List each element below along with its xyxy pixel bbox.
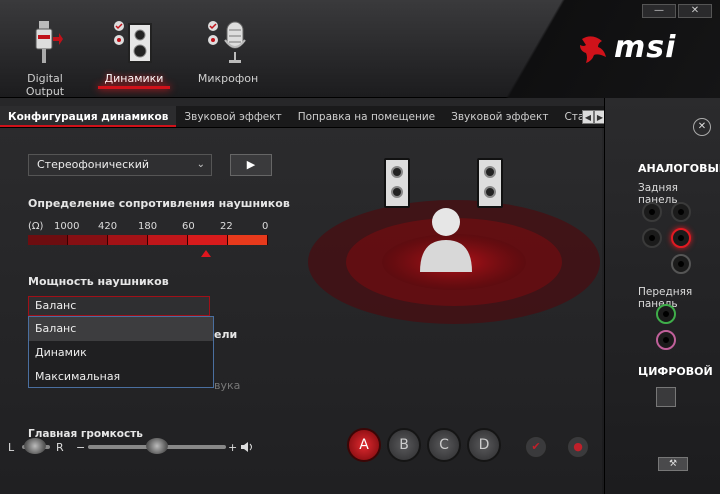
window-controls: — ✕ [642, 4, 712, 18]
play-test-button[interactable]: ▶ [230, 154, 272, 176]
front-jack-pink[interactable] [656, 330, 676, 350]
impedance-segment[interactable] [68, 235, 108, 245]
chevron-down-icon: ⌄ [196, 159, 205, 170]
device-label: Динамики [104, 72, 164, 85]
volume-knob[interactable] [146, 438, 168, 454]
balance-right-label: R [56, 440, 64, 454]
dragon-icon [580, 35, 606, 63]
device-label: Микрофон [197, 72, 259, 85]
device-d-button[interactable]: D [467, 428, 501, 462]
scale-tick: 180 [138, 221, 158, 232]
balance-left-label: L [8, 440, 15, 454]
tab-sound-effect-2[interactable]: Звуковой эффект [443, 106, 556, 127]
master-volume-label: Главная громкость [28, 428, 143, 440]
dropdown-option-balance[interactable]: Баланс [29, 317, 213, 341]
impedance-segment[interactable] [228, 235, 268, 245]
wrench-icon[interactable]: ⚒ [658, 457, 688, 471]
rear-jack-1[interactable] [642, 202, 662, 222]
scale-tick: 420 [98, 221, 118, 232]
dropdown-option-speaker[interactable]: Динамик [29, 341, 213, 365]
close-button[interactable]: ✕ [678, 4, 712, 18]
device-label: Digital Output [25, 72, 65, 98]
impedance-segment[interactable] [28, 235, 68, 245]
device-a-button[interactable]: A [347, 428, 381, 462]
check-icon[interactable]: ✔ [525, 436, 547, 458]
impedance-segment[interactable] [188, 235, 228, 245]
digital-output-icon [17, 18, 73, 68]
rear-jack-2[interactable] [671, 202, 691, 222]
device-c-button[interactable]: C [427, 428, 461, 462]
impedance-unit: (Ω) [28, 221, 44, 232]
minimize-button[interactable]: — [642, 4, 676, 18]
rear-jack-3[interactable] [642, 228, 662, 248]
mic-record-icon[interactable]: ● [567, 436, 589, 458]
balance-knob[interactable] [24, 438, 46, 454]
impedance-bar [28, 235, 268, 245]
power-dropdown-list: Баланс Динамик Максимальная [28, 316, 214, 388]
volume-plus-icon[interactable]: + [228, 438, 237, 456]
tab-speaker-config[interactable]: Конфигурация динамиков [0, 106, 177, 127]
listener-icon [420, 208, 472, 272]
speaker-volume-icon[interactable] [240, 438, 254, 456]
obscured-section-title: ели [214, 328, 238, 341]
analog-title: АНАЛОГОВЫЙ [638, 162, 720, 175]
tab-bar: Конфигурация динамиков Звуковой эффект П… [0, 106, 633, 128]
tab-sound-effect[interactable]: Звуковой эффект [176, 106, 289, 127]
tab-room-correction[interactable]: Поправка на помещение [290, 106, 443, 127]
scale-tick: 22 [220, 221, 233, 232]
obscured-option-text: вука [214, 379, 241, 392]
power-title: Мощность наушников [28, 275, 169, 288]
front-panel-label: Передняя панель [638, 286, 693, 310]
speaker-icon [106, 18, 162, 68]
rear-jack-5[interactable] [671, 254, 691, 274]
digital-output-button[interactable] [656, 387, 676, 407]
impedance-segment[interactable] [108, 235, 148, 245]
impedance-title: Определение сопротивления наушников [28, 197, 290, 210]
scale-tick: 1000 [54, 221, 80, 232]
front-jack-green[interactable] [656, 304, 676, 324]
tab-scroll-left-icon[interactable]: ◀ [582, 110, 594, 124]
top-bar: Digital Output Динамики Микрофон — ✕ msi [0, 0, 720, 98]
logo-text: msi [614, 30, 677, 65]
microphone-icon [200, 18, 256, 68]
digital-title: ЦИФРОВОЙ [638, 365, 713, 378]
tab-scroll-arrows: ◀ ▶ [582, 110, 606, 124]
device-microphone[interactable]: Микрофон [192, 18, 264, 85]
speaker-config-select[interactable]: Стереофонический ⌄ [28, 154, 212, 176]
select-value: Стереофонический [37, 158, 150, 171]
device-digital-output[interactable]: Digital Output [8, 18, 82, 98]
dropdown-option-max[interactable]: Максимальная [29, 365, 213, 389]
power-select[interactable]: Баланс [28, 296, 210, 316]
scale-tick: 0 [262, 221, 269, 232]
impedance-marker-icon [201, 250, 211, 257]
scale-tick: 60 [182, 221, 195, 232]
device-b-button[interactable]: B [387, 428, 421, 462]
close-icon[interactable]: ✕ [693, 118, 711, 136]
left-speaker-icon[interactable] [384, 158, 410, 208]
rear-jack-active[interactable] [671, 228, 691, 248]
device-speakers[interactable]: Динамики [98, 18, 170, 85]
active-device-underline [98, 86, 170, 89]
volume-minus-icon[interactable]: − [76, 438, 85, 456]
app-window: Digital Output Динамики Микрофон — ✕ msi… [0, 0, 720, 494]
impedance-segment[interactable] [148, 235, 188, 245]
msi-logo: msi [578, 30, 676, 65]
right-speaker-icon[interactable] [477, 158, 503, 208]
